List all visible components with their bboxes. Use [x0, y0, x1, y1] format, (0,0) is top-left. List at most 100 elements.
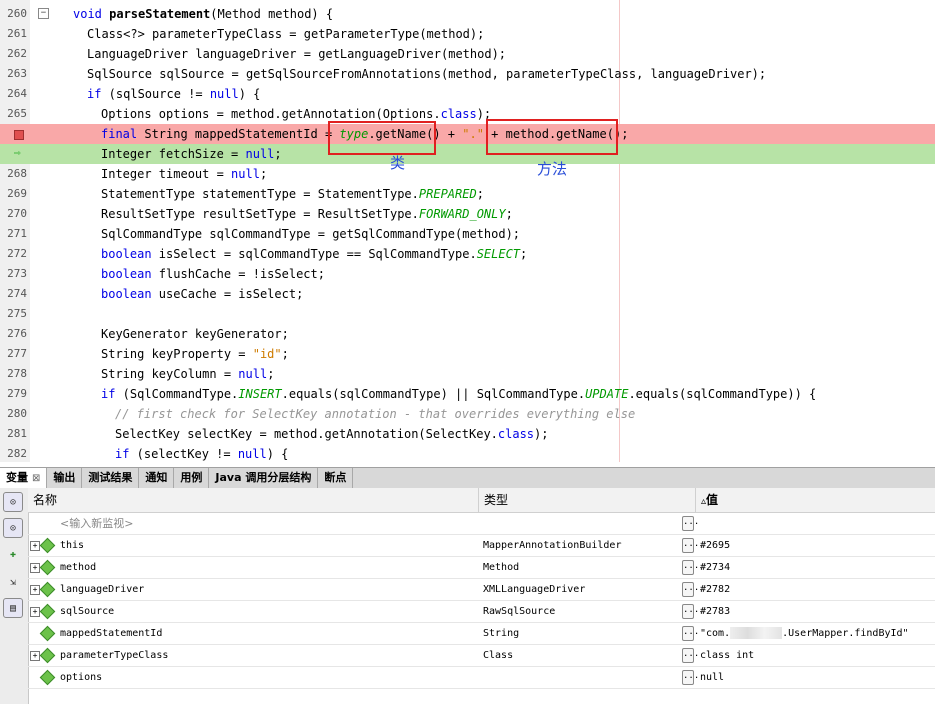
- watch-icon[interactable]: ⊙: [3, 492, 23, 512]
- show-values-icon[interactable]: ▤: [3, 598, 23, 618]
- variable-row[interactable]: + parameterTypeClass Class... class int: [28, 645, 935, 667]
- code-token: FORWARD_ONLY: [418, 207, 506, 221]
- code-text: SqlSource sqlSource = getSqlSourceFromAn…: [87, 64, 766, 84]
- code-line[interactable]: 278 String keyColumn = null;: [0, 364, 935, 384]
- code-line[interactable]: 279 if (SqlCommandType.INSERT.equals(sqlC…: [0, 384, 935, 404]
- tab-1[interactable]: 输出: [47, 468, 83, 488]
- code-line[interactable]: 261 Class<?> parameterTypeClass = getPara…: [0, 24, 935, 44]
- edit-value-button[interactable]: ...: [682, 516, 699, 531]
- variable-type: String: [483, 628, 520, 639]
- expand-icon[interactable]: +: [30, 585, 40, 595]
- watch-add-icon[interactable]: ⊙: [3, 518, 23, 538]
- code-line[interactable]: final String mappedStatementId = type.ge…: [0, 124, 935, 144]
- code-token: ;: [520, 247, 528, 261]
- expand-icon[interactable]: +: [30, 651, 40, 661]
- code-token: null: [238, 367, 268, 381]
- variable-value[interactable]: class int: [700, 645, 754, 667]
- code-line[interactable]: ⇨ Integer fetchSize = null;: [0, 144, 935, 164]
- tab-0[interactable]: 变量 ⊠: [0, 468, 48, 488]
- code-line[interactable]: 280 // first check for SelectKey annotati…: [0, 404, 935, 424]
- code-token: class: [440, 107, 477, 121]
- column-header-name[interactable]: 名称: [28, 488, 479, 512]
- line-number: 280: [7, 407, 27, 420]
- variables-side-toolbar: ⊙ ⊙ ✚ ⇲ ▤: [0, 488, 29, 704]
- code-token: if: [115, 447, 130, 461]
- line-number: 276: [7, 327, 27, 340]
- expand-icon[interactable]: +: [30, 541, 40, 551]
- code-text: SqlCommandType sqlCommandType = getSqlCo…: [101, 224, 520, 244]
- edit-value-button[interactable]: ...: [682, 538, 699, 553]
- code-line[interactable]: 273 boolean flushCache = !isSelect;: [0, 264, 935, 284]
- code-line[interactable]: 269 StatementType statementType = Stateme…: [0, 184, 935, 204]
- code-line[interactable]: 262 LanguageDriver languageDriver = getLa…: [0, 44, 935, 64]
- variable-row[interactable]: + sqlSource RawSqlSource... #2783: [28, 601, 935, 623]
- variable-row[interactable]: + this MapperAnnotationBuilder... #2695: [28, 535, 935, 557]
- code-text: if (selectKey != null) {: [115, 444, 288, 462]
- tab-5[interactable]: Java 调用分层结构: [209, 468, 319, 488]
- tab-4[interactable]: 用例: [174, 468, 210, 488]
- code-line[interactable]: 263 SqlSource sqlSource = getSqlSourceFro…: [0, 64, 935, 84]
- code-line[interactable]: 265 Options options = method.getAnnotatio…: [0, 104, 935, 124]
- code-token: StatementType statementType = StatementT…: [101, 187, 419, 201]
- expand-icon[interactable]: +: [30, 563, 40, 573]
- edit-value-button[interactable]: ...: [682, 648, 699, 663]
- code-line[interactable]: 274 boolean useCache = isSelect;: [0, 284, 935, 304]
- edit-value-button[interactable]: ...: [682, 582, 699, 597]
- code-line[interactable]: 282 if (selectKey != null) {: [0, 444, 935, 462]
- variable-row[interactable]: mappedStatementId String... "com. .UserMapp…: [28, 623, 935, 645]
- variable-value[interactable]: "com. .UserMapper.findById": [700, 623, 909, 645]
- code-line[interactable]: 277 String keyProperty = "id";: [0, 344, 935, 364]
- variable-value[interactable]: #2783: [700, 601, 730, 623]
- code-line[interactable]: 272 boolean isSelect = sqlCommandType == …: [0, 244, 935, 264]
- code-token: null: [231, 167, 260, 181]
- code-token: boolean: [101, 267, 152, 281]
- expand-icon[interactable]: +: [30, 607, 40, 617]
- variable-value[interactable]: #2782: [700, 579, 730, 601]
- variable-row[interactable]: + method Method... #2734: [28, 557, 935, 579]
- code-line[interactable]: 276 KeyGenerator keyGenerator;: [0, 324, 935, 344]
- code-token: if: [87, 87, 102, 101]
- code-editor[interactable]: 260− void parseStatement(Method method) {…: [0, 0, 935, 462]
- code-token: ) {: [238, 87, 261, 101]
- code-line[interactable]: 264 if (sqlSource != null) {: [0, 84, 935, 104]
- code-token: .equals(sqlCommandType) || SqlCommandTyp…: [281, 387, 586, 401]
- variable-row[interactable]: + languageDriver XMLLanguageDriver... #2782: [28, 579, 935, 601]
- column-header-value[interactable]: ▵值: [696, 488, 935, 512]
- breakpoint-icon[interactable]: [14, 130, 24, 140]
- new-watch-row[interactable]: <输入新监视>...: [28, 513, 935, 535]
- code-line[interactable]: 268 Integer timeout = null;: [0, 164, 935, 184]
- code-token: LanguageDriver languageDriver = getLangu…: [87, 47, 507, 61]
- code-text: if (SqlCommandType.INSERT.equals(sqlComm…: [101, 384, 816, 404]
- edit-value-button[interactable]: ...: [682, 560, 699, 575]
- code-line[interactable]: 275: [0, 304, 935, 324]
- column-header-type[interactable]: 类型: [479, 488, 696, 512]
- new-watch-icon[interactable]: ✚: [3, 544, 23, 564]
- code-token: SqlCommandType sqlCommandType = getSqlCo…: [101, 227, 521, 241]
- tab-2[interactable]: 测试结果: [82, 468, 140, 488]
- new-watch-placeholder[interactable]: <输入新监视>: [60, 513, 133, 535]
- code-token: void: [73, 7, 110, 21]
- code-line[interactable]: 271 SqlCommandType sqlCommandType = getSq…: [0, 224, 935, 244]
- code-line[interactable]: 281 SelectKey selectKey = method.getAnnot…: [0, 424, 935, 444]
- close-icon[interactable]: ⊠: [32, 473, 40, 484]
- code-text: KeyGenerator keyGenerator;: [101, 324, 289, 344]
- edit-value-button[interactable]: ...: [682, 670, 699, 685]
- edit-value-button[interactable]: ...: [682, 626, 699, 641]
- code-text: boolean useCache = isSelect;: [101, 284, 303, 304]
- fold-collapse-icon[interactable]: −: [38, 8, 49, 19]
- tab-6[interactable]: 断点: [318, 468, 354, 488]
- tab-3[interactable]: 通知: [139, 468, 175, 488]
- code-text: Integer fetchSize = null;: [101, 144, 282, 164]
- edit-value-button[interactable]: ...: [682, 604, 699, 619]
- code-line[interactable]: 270 ResultSetType resultSetType = ResultS…: [0, 204, 935, 224]
- variable-row[interactable]: options... null: [28, 667, 935, 689]
- code-token: if: [101, 387, 116, 401]
- code-line[interactable]: 260− void parseStatement(Method method) {: [0, 4, 935, 24]
- variable-value[interactable]: null: [700, 667, 724, 689]
- code-text: Integer timeout = null;: [101, 164, 267, 184]
- code-token: ;: [476, 187, 484, 201]
- variable-value[interactable]: #2695: [700, 535, 730, 557]
- step-icon[interactable]: ⇲: [3, 572, 23, 592]
- line-number: 260: [7, 7, 27, 20]
- variable-value[interactable]: #2734: [700, 557, 730, 579]
